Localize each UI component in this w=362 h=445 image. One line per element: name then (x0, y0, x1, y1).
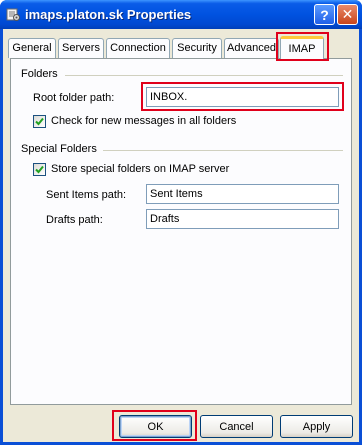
ok-button[interactable]: OK (119, 415, 192, 438)
store-special-folders-checkbox[interactable] (33, 163, 46, 176)
apply-button[interactable]: Apply (280, 415, 353, 438)
properties-dialog: imaps.platon.sk Properties ? ✕ General S… (0, 0, 362, 445)
help-button[interactable]: ? (314, 4, 335, 25)
root-folder-input[interactable] (146, 87, 339, 107)
folders-divider (65, 75, 343, 76)
special-folders-divider (103, 150, 343, 151)
tab-security[interactable]: Security (172, 38, 222, 58)
imap-tab-panel: Folders Root folder path: Check for new … (10, 58, 352, 405)
store-special-folders-label: Store special folders on IMAP server (51, 163, 230, 175)
special-folders-group-label: Special Folders (21, 143, 97, 155)
window-title: imaps.platon.sk Properties (25, 7, 192, 22)
drafts-input[interactable] (146, 209, 339, 229)
sent-items-label: Sent Items path: (46, 189, 127, 201)
close-icon: ✕ (341, 6, 354, 22)
tab-connection[interactable]: Connection (106, 38, 170, 58)
cancel-button[interactable]: Cancel (200, 415, 273, 438)
tab-advanced[interactable]: Advanced (224, 38, 279, 58)
help-icon: ? (320, 6, 329, 23)
close-button[interactable]: ✕ (337, 4, 358, 25)
properties-icon (6, 8, 20, 21)
checkmark-icon (35, 165, 44, 174)
checkmark-icon (35, 117, 44, 126)
check-new-messages-label: Check for new messages in all folders (51, 115, 237, 127)
root-folder-label: Root folder path: (33, 92, 115, 104)
tab-imap[interactable]: IMAP (280, 36, 324, 60)
folders-group-label: Folders (21, 68, 58, 80)
dialog-client-area: General Servers Connection Security Adva… (3, 29, 359, 442)
sent-items-input[interactable] (146, 184, 339, 204)
drafts-label: Drafts path: (46, 214, 103, 226)
tab-servers[interactable]: Servers (58, 38, 104, 58)
title-bar[interactable]: imaps.platon.sk Properties ? ✕ (0, 0, 362, 29)
tab-general[interactable]: General (8, 38, 56, 58)
check-new-messages-checkbox[interactable] (33, 115, 46, 128)
